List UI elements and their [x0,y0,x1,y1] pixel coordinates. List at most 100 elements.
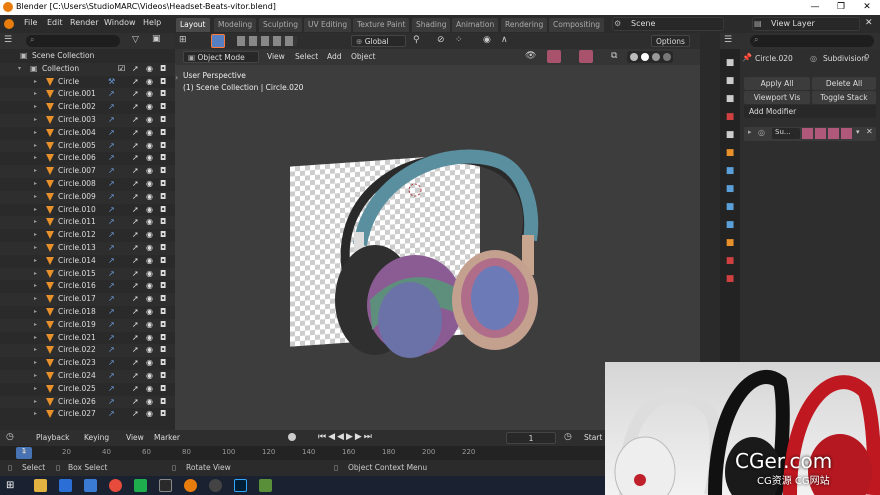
expand-arrow-icon[interactable]: ▸ [34,372,37,379]
outliner-object-row[interactable]: ▸ Circle.006 ↗ ➚ ◉ ◘ [0,152,175,165]
select-arrow-icon[interactable]: ➚ [132,153,139,162]
select-arrow-icon[interactable]: ➚ [132,371,139,380]
eye-icon[interactable]: ◉ [146,153,153,162]
expand-arrow-icon[interactable]: ▸ [34,308,37,315]
select-arrow-icon[interactable]: ➚ [132,102,139,111]
eye-icon[interactable]: ◉ [146,128,153,137]
select-arrow-icon[interactable]: ➚ [132,384,139,393]
eye-icon[interactable]: ◉ [146,179,153,188]
outliner-object-row[interactable]: ▸ Circle ⚒ ➚ ◉ ◘ [0,76,175,89]
viewport-menu-view[interactable]: View [263,51,289,63]
camera-icon[interactable]: ◘ [160,294,166,303]
expand-arrow-icon[interactable]: ▸ [34,116,37,123]
expand-arrow-icon[interactable]: ▸ [34,129,37,136]
select-arrow-icon[interactable]: ➚ [132,409,139,418]
options-dropdown[interactable]: Options [651,35,690,47]
expand-arrow-icon[interactable]: ▸ [34,346,37,353]
eye-icon[interactable]: ◉ [146,89,153,98]
outliner-object-row[interactable]: ▸ Circle.003 ↗ ➚ ◉ ◘ [0,114,175,127]
data-tab-icon[interactable]: ■ [724,237,736,249]
select-arrow-icon[interactable]: ➚ [132,89,139,98]
outliner-object-row[interactable]: ▸ Circle.004 ↗ ➚ ◉ ◘ [0,127,175,140]
eye-icon[interactable]: ◉ [146,64,153,73]
expand-arrow-icon[interactable]: ▸ [34,218,37,225]
tool-tab-icon[interactable]: ■ [724,57,736,69]
eye-icon[interactable]: ◉ [146,192,153,201]
eye-icon[interactable]: ◉ [146,397,153,406]
eye-icon[interactable]: ◉ [146,358,153,367]
select-arrow-icon[interactable]: ➚ [132,64,139,73]
viewport-menu-select[interactable]: Select [291,51,322,63]
eye-icon[interactable]: ◉ [146,217,153,226]
expand-arrow-icon[interactable]: ▸ [34,193,37,200]
output-tab-icon[interactable]: ■ [724,93,736,105]
select-arrow-icon[interactable]: ➚ [132,179,139,188]
physics-tab-icon[interactable]: ■ [724,201,736,213]
image-viewer-icon[interactable] [259,479,272,492]
camera-icon[interactable]: ◘ [160,230,166,239]
menu-file[interactable]: File [24,18,37,27]
expand-arrow-icon[interactable]: ▸ [34,78,37,85]
tab-modeling[interactable]: Modeling [214,18,257,32]
outliner-object-row[interactable]: ▸ Circle.013 ↗ ➚ ◉ ◘ [0,242,175,255]
select-arrow-icon[interactable]: ➚ [132,256,139,265]
proportional-edit-icon[interactable]: ◉ [483,35,491,45]
camtasia-icon[interactable] [134,479,147,492]
select-tool-icon[interactable] [211,34,225,48]
toggle-stack-button[interactable]: Toggle Stack [812,91,876,104]
apply-all-button[interactable]: Apply All [744,77,810,90]
mail-icon[interactable] [84,479,97,492]
marker-menu[interactable]: Marker [150,432,184,444]
outliner-object-row[interactable]: ▸ Circle.023 ↗ ➚ ◉ ◘ [0,357,175,370]
modifier-name-field[interactable]: Su... [772,128,800,139]
select-arrow-icon[interactable]: ➚ [132,141,139,150]
outliner-scene-collection-row[interactable]: ▣ Scene Collection [0,50,175,63]
camera-icon[interactable]: ◘ [160,77,166,86]
tab-animation[interactable]: Animation [452,18,499,32]
object-tab-icon[interactable]: ■ [724,147,736,159]
expand-arrow-icon[interactable]: ▸ [34,410,37,417]
scene-tab-icon[interactable]: ■ [724,129,736,141]
view-layer-selector[interactable]: View Layer [752,17,860,31]
expand-arrow-icon[interactable]: ▸ [34,206,37,213]
outliner-object-row[interactable]: ▸ Circle.027 ↗ ➚ ◉ ◘ [0,408,175,421]
overlay-toggle-icon[interactable] [579,50,593,63]
expand-arrow-icon[interactable]: ▸ [34,103,37,110]
viewport-menu-add[interactable]: Add [323,51,346,63]
rendered-shading-icon[interactable] [663,53,671,61]
camera-icon[interactable]: ◘ [160,102,166,111]
particles-tab-icon[interactable]: ■ [724,183,736,195]
timeline-view-menu[interactable]: View [122,432,148,444]
eye-icon[interactable]: ◉ [146,115,153,124]
select-arrow-icon[interactable]: ➚ [132,269,139,278]
menu-help[interactable]: Help [143,18,161,27]
app-icon[interactable] [159,479,172,492]
expand-arrow-icon[interactable]: ▾ [18,65,21,72]
editor-type-icon[interactable]: ⊞ [179,35,187,45]
tab-shading[interactable]: Shading [412,18,451,32]
camera-icon[interactable]: ◘ [160,205,166,214]
tab-layout[interactable]: Layout [176,18,210,32]
menu-window[interactable]: Window [104,18,136,27]
camera-icon[interactable]: ◘ [160,141,166,150]
eye-icon[interactable]: ◉ [146,345,153,354]
select-arrow-icon[interactable]: ➚ [132,230,139,239]
camera-icon[interactable]: ◘ [160,333,166,342]
tab-texture-paint[interactable]: Texture Paint [353,18,410,32]
select-arrow-icon[interactable]: ➚ [132,217,139,226]
timeline-ruler[interactable]: 1 0 20 40 60 80 100 120 140 160 180 200 220 [0,446,605,460]
eye-icon[interactable]: ◉ [146,281,153,290]
outliner-object-row[interactable]: ▸ Circle.001 ↗ ➚ ◉ ◘ [0,88,175,102]
eye-icon[interactable]: ◉ [146,294,153,303]
camera-icon[interactable]: ◘ [160,115,166,124]
blender-menu-icon[interactable] [4,19,14,29]
camera-icon[interactable]: ◘ [160,128,166,137]
outliner-object-row[interactable]: ▸ Circle.016 ↗ ➚ ◉ ◘ [0,280,175,293]
outliner-object-row[interactable]: ▸ Circle.007 ↗ ➚ ◉ ◘ [0,165,175,178]
eye-icon[interactable]: ◉ [146,141,153,150]
select-arrow-icon[interactable]: ➚ [132,345,139,354]
eye-icon[interactable]: ◉ [146,205,153,214]
outliner-object-row[interactable]: ▸ Circle.005 ↗ ➚ ◉ ◘ [0,139,175,153]
outliner-search-input[interactable] [26,35,120,47]
camera-icon[interactable]: ◘ [160,64,166,73]
